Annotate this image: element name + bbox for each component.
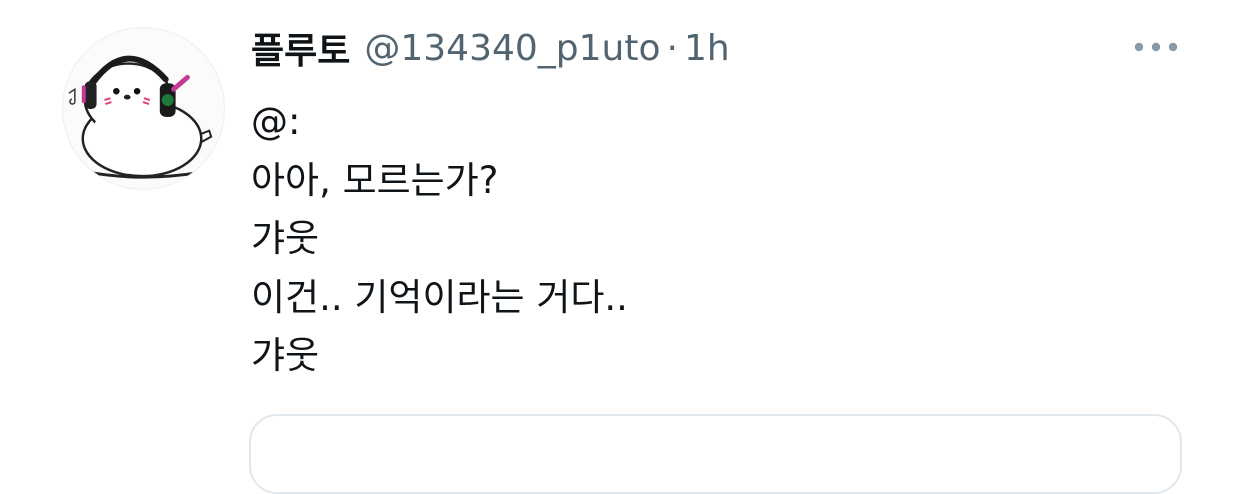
quoted-tweet-card[interactable] [249,414,1182,494]
header-separator: · [666,27,678,69]
bird-avatar-icon [68,55,213,179]
display-name[interactable]: 플루토 [251,22,350,74]
tweet-text-line: 아아, 모르는가? [251,158,499,202]
tweet-text-line: 갸웃 [251,217,320,260]
tweet-text: @: 아아, 모르는가? 갸웃 이건.. 기억이라는 거다.. 갸웃 [251,93,628,386]
avatar[interactable] [62,27,225,190]
tweet-header: 플루토 @134340_p1uto · 1h [251,22,730,74]
tweet-text-line: @: [251,100,301,143]
more-options-button[interactable] [1128,30,1184,64]
more-horizontal-icon [1134,42,1178,52]
timestamp[interactable]: 1h [684,28,730,69]
tweet-text-line: 갸웃 [251,334,320,377]
tweet[interactable]: 플루토 @134340_p1uto · 1h @: 아아, 모르는가? 갸웃 이… [0,0,1242,494]
user-handle[interactable]: @134340_p1uto [364,28,660,69]
tweet-text-line: 이건.. 기억이라는 거다.. [251,275,628,319]
